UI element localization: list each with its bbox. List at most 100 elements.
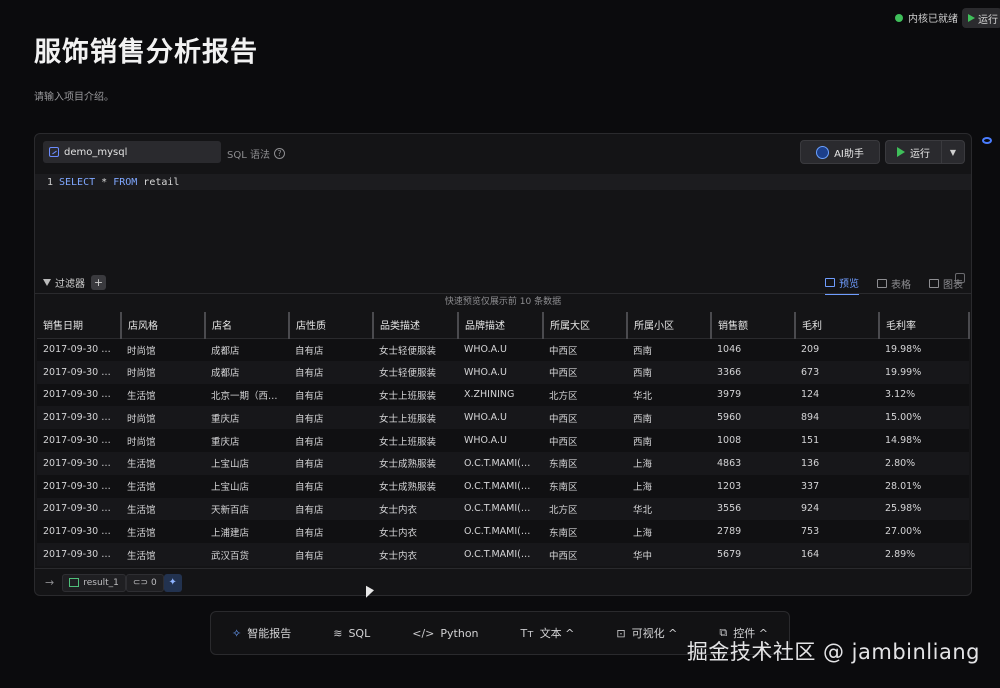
filter-icon <box>43 279 51 286</box>
table-row[interactable]: 2017-09-30 … 时尚馆 重庆店 自有店 女士上班服装 WHO.A.U 中西区 西南 5… <box>37 406 969 430</box>
table-cell: 28.01% <box>879 474 969 498</box>
magic-wand-icon[interactable]: ✦ <box>163 573 182 592</box>
table-cell: 女士内衣 <box>373 497 458 521</box>
column-header[interactable]: 毛利 <box>795 312 880 339</box>
column-header[interactable]: 所属大区 <box>543 312 628 339</box>
table-cell: 5960 <box>711 406 795 430</box>
database-select[interactable]: demo_mysql <box>43 141 221 163</box>
filter-button[interactable]: 过滤器 + <box>43 275 106 290</box>
table-cell: X.ZHINING <box>458 383 543 407</box>
ai-assistant-label: AI助手 <box>834 148 864 160</box>
table-header-row: 销售日期 店风格 店名 店性质 品类描述 品牌描述 所属大区 所属小区 销售额 毛利 毛利率 <box>37 312 970 339</box>
code-editor[interactable]: 1 SELECT * FROM retail <box>35 170 971 285</box>
help-icon[interactable]: ? <box>273 148 285 159</box>
view-tabs: 预览 表格 图表 <box>825 275 963 295</box>
grid-icon <box>69 578 80 587</box>
table-cell: 女士内衣 <box>373 543 458 566</box>
table-cell: 中西区 <box>543 429 627 452</box>
watermark: 掘金技术社区 @ jambinliang <box>686 640 980 664</box>
table-cell: 上宝山店 <box>205 474 289 498</box>
magic-wand-icon: ✧ <box>232 626 242 640</box>
ai-assistant-button[interactable]: AI助手 <box>800 140 880 164</box>
insert-magic-wand-button[interactable]: ✧ 智能报告 <box>232 625 291 641</box>
kernel-status-label: 内核已就绪 <box>908 14 958 25</box>
table-cell: 自有店 <box>289 497 373 521</box>
eye-icon[interactable] <box>982 137 992 144</box>
column-header[interactable]: 所属小区 <box>627 312 712 339</box>
table-cell: 西南 <box>627 338 711 361</box>
insert-text-button[interactable]: Tт 文本 ^ <box>521 625 575 641</box>
table-row[interactable]: 2017-09-30 … 生活馆 北京一期（西… 自有店 女士上班服装 X.ZHINING… <box>37 383 969 407</box>
top-run-button[interactable]: 运行 <box>962 8 1000 28</box>
table-cell: 女士轻便服装 <box>373 338 458 361</box>
preview-icon <box>825 278 835 287</box>
result-bar: 过滤器 + 预览 表格 图表 <box>35 272 971 295</box>
column-header[interactable]: 店名 <box>205 312 290 339</box>
table-cell: 自有店 <box>289 520 373 544</box>
column-header[interactable]: 品类描述 <box>373 312 459 339</box>
table-cell: 时尚馆 <box>121 429 205 452</box>
link-count[interactable]: ⊂⊃ 0 <box>125 573 164 592</box>
sql-syntax-hint[interactable]: SQL 语法 ? <box>227 146 285 161</box>
table-cell: 27.00% <box>879 520 969 544</box>
column-header[interactable]: 毛利率 <box>879 312 970 339</box>
table-cell: 自有店 <box>289 406 373 430</box>
link-icon: ⊂⊃ <box>132 577 149 588</box>
add-filter-button[interactable]: + <box>91 275 106 290</box>
database-name: demo_mysql <box>64 146 128 158</box>
insert-code-button[interactable]: </> Python <box>412 627 478 640</box>
tab-chart[interactable]: 图表 <box>929 275 963 295</box>
table-cell: 华北 <box>627 497 711 521</box>
code-table: retail <box>137 176 180 188</box>
table-row[interactable]: 2017-09-30 … 时尚馆 成都店 自有店 女士轻便服装 WHO.A.U 中西区 西南 1… <box>37 338 969 361</box>
table-row[interactable]: 2017-09-30 … 时尚馆 成都店 自有店 女士轻便服装 WHO.A.U 中西区 西南 3… <box>37 360 969 384</box>
column-header[interactable]: 品牌描述 <box>458 312 544 339</box>
table-row[interactable]: 2017-09-30 … 时尚馆 重庆店 自有店 女士上班服装 WHO.A.U 中西区 西南 1… <box>37 429 969 452</box>
table-cell: 209 <box>795 338 879 361</box>
cell-toolbar: demo_mysql SQL 语法 ? AI助手 运行 ▼ <box>35 134 971 170</box>
preview-note: 快速预览仅展示前 10 条数据 <box>35 293 971 310</box>
table-cell: 1203 <box>711 474 795 498</box>
table-cell: 北方区 <box>543 497 627 521</box>
column-header[interactable]: 店性质 <box>289 312 374 339</box>
table-row[interactable]: 2017-09-30 … 生活馆 上宝山店 自有店 女士成熟服装 O.C.T.MAMI(…… <box>37 451 969 475</box>
table-cell: 自有店 <box>289 451 373 475</box>
column-header[interactable]: 店风格 <box>121 312 206 339</box>
table-cell: 894 <box>795 406 879 430</box>
result-variable-label: result_1 <box>83 577 119 588</box>
table-cell: 上海 <box>627 520 711 544</box>
tab-table[interactable]: 表格 <box>877 275 911 295</box>
page-title[interactable]: 服饰销售分析报告 <box>34 30 258 69</box>
table-cell: 136 <box>795 451 879 475</box>
column-header[interactable]: 销售日期 <box>37 312 122 339</box>
chevron-down-icon[interactable]: ▼ <box>942 148 964 157</box>
run-main[interactable]: 运行 <box>886 141 942 163</box>
table-cell: 西南 <box>627 360 711 384</box>
run-button[interactable]: 运行 ▼ <box>885 140 965 164</box>
table-cell: 成都店 <box>205 338 289 361</box>
sql-cell: demo_mysql SQL 语法 ? AI助手 运行 ▼ 1 SELECT *… <box>34 133 972 596</box>
result-variable[interactable]: result_1 <box>62 573 126 592</box>
table-row[interactable]: 2017-09-30 … 生活馆 武汉百货 自有店 女士内衣 O.C.T.MAMI(… 中西… <box>37 543 969 566</box>
table-cell: 19.99% <box>879 360 969 384</box>
tab-preview-label: 预览 <box>839 279 859 290</box>
table-cell: 1008 <box>711 429 795 452</box>
project-intro[interactable]: 请输入项目介绍。 <box>34 88 114 103</box>
code-line[interactable]: 1 SELECT * FROM retail <box>35 174 971 190</box>
table-row[interactable]: 2017-09-30 … 生活馆 上浦建店 自有店 女士内衣 O.C.T.MAMI(… 东南… <box>37 520 969 544</box>
text-icon: Tт <box>520 626 534 640</box>
column-header[interactable]: 销售额 <box>711 312 796 339</box>
table-row[interactable]: 2017-09-30 … 生活馆 上宝山店 自有店 女士成熟服装 O.C.T.MAMI(…… <box>37 474 969 498</box>
insert-database-button[interactable]: ≋ SQL <box>333 627 370 640</box>
insert-chart-button[interactable]: ⊡ 可视化 ^ <box>616 625 677 641</box>
table-cell: 上海 <box>627 474 711 498</box>
table-cell: 25.98% <box>879 497 969 521</box>
insert-item-label: 智能报告 <box>247 627 292 640</box>
insert-item-label: SQL <box>348 626 371 640</box>
table-row[interactable]: 2017-09-30 … 生活馆 天新百店 自有店 女士内衣 O.C.T.MAMI(… 北方… <box>37 497 969 521</box>
table-cell: 生活馆 <box>121 543 205 566</box>
tab-preview[interactable]: 预览 <box>825 275 859 295</box>
table-cell: 武汉百货 <box>205 543 289 566</box>
table-cell: O.C.T.MAMI(… <box>458 451 543 475</box>
table-cell: 151 <box>795 429 879 452</box>
